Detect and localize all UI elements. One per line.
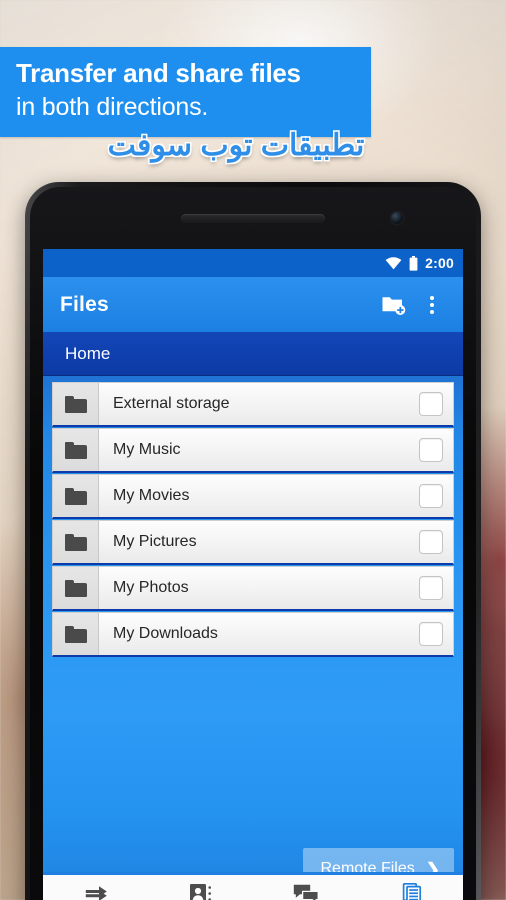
nav-item-files[interactable]	[376, 877, 446, 900]
transfer-arrows-icon	[83, 885, 109, 900]
messages-icon	[293, 884, 319, 900]
app-bar: Files	[43, 277, 463, 332]
screenshot-root: Transfer and share files in both directi…	[0, 0, 506, 900]
contacts-icon	[189, 883, 212, 900]
nav-item-transfer[interactable]	[61, 877, 131, 900]
app-title: Files	[60, 292, 109, 316]
nav-item-contacts[interactable]	[166, 877, 236, 900]
list-item[interactable]: My Music	[52, 428, 454, 473]
list-item-label: My Downloads	[113, 625, 218, 642]
list-item-checkbox[interactable]	[409, 613, 453, 655]
folder-icon	[53, 521, 99, 563]
content-area: External storage My Music My Movies My P…	[43, 376, 463, 900]
front-camera-icon	[391, 212, 403, 224]
breadcrumb[interactable]: Home	[43, 332, 463, 376]
list-item-checkbox[interactable]	[409, 521, 453, 563]
list-item[interactable]: External storage	[52, 382, 454, 427]
status-clock: 2:00	[425, 255, 454, 271]
overflow-menu-icon[interactable]	[413, 286, 451, 324]
files-icon	[399, 883, 423, 900]
list-item[interactable]: My Photos	[52, 566, 454, 611]
speaker-grille-icon	[181, 214, 325, 223]
list-item-label: My Movies	[113, 487, 190, 504]
file-list: External storage My Music My Movies My P…	[43, 376, 463, 657]
list-item-checkbox[interactable]	[409, 567, 453, 609]
battery-icon	[409, 255, 418, 271]
breadcrumb-label-home[interactable]: Home	[65, 344, 110, 364]
status-bar: 2:00	[43, 249, 463, 277]
list-item-label: My Photos	[113, 579, 189, 596]
promo-banner: Transfer and share files in both directi…	[0, 47, 371, 137]
folder-icon	[53, 475, 99, 517]
phone-bezel-inner: 2:00 Files Home External storage My Musi…	[30, 187, 476, 900]
list-item-checkbox[interactable]	[409, 475, 453, 517]
promo-headline-line2: in both directions.	[16, 93, 209, 121]
list-item-label: External storage	[113, 395, 230, 412]
folder-icon	[53, 567, 99, 609]
list-item-label: My Music	[113, 441, 181, 458]
list-item-label: My Pictures	[113, 533, 197, 550]
list-item[interactable]: My Movies	[52, 474, 454, 519]
folder-icon	[53, 429, 99, 471]
list-item[interactable]: My Pictures	[52, 520, 454, 565]
folder-icon	[53, 383, 99, 425]
arabic-watermark: تطبيقات توب سوفت	[107, 129, 365, 162]
list-item-checkbox[interactable]	[409, 383, 453, 425]
promo-headline-line1: Transfer and share files	[16, 58, 301, 88]
nav-item-messages[interactable]	[271, 877, 341, 900]
list-item-checkbox[interactable]	[409, 429, 453, 471]
phone-screen: 2:00 Files Home External storage My Musi…	[43, 249, 463, 900]
kebab-dots	[430, 295, 434, 314]
bottom-navigation-bar	[43, 872, 463, 900]
list-item[interactable]: My Downloads	[52, 612, 454, 657]
folder-icon	[53, 613, 99, 655]
phone-device: 2:00 Files Home External storage My Musi…	[25, 182, 481, 900]
new-folder-icon[interactable]	[375, 286, 413, 324]
wifi-icon	[385, 256, 402, 270]
